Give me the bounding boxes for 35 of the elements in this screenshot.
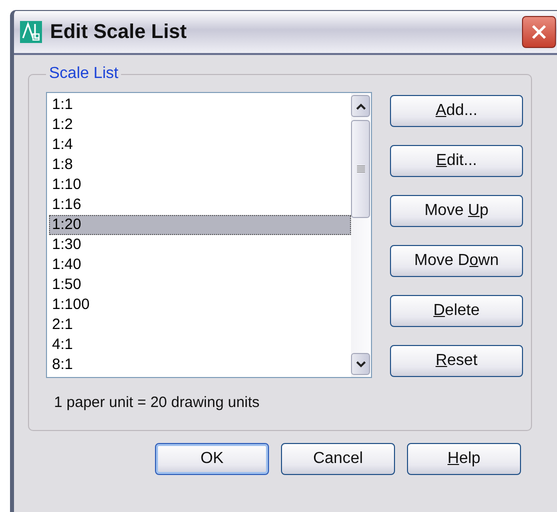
list-item[interactable]: 4:1 xyxy=(49,335,351,355)
side-button[interactable]: Move Up xyxy=(390,195,523,227)
dialog-button[interactable]: Help xyxy=(407,443,521,475)
side-button[interactable]: Reset xyxy=(390,345,523,377)
side-button[interactable]: Add... xyxy=(390,95,523,127)
list-item[interactable]: 1:30 xyxy=(49,235,351,255)
list-item[interactable]: 1:40 xyxy=(49,255,351,275)
grip-icon xyxy=(356,165,364,173)
list-item[interactable]: 8:1 xyxy=(49,355,351,375)
scroll-up-button[interactable] xyxy=(351,95,370,117)
app-icon xyxy=(20,21,42,43)
list-item[interactable]: 1:2 xyxy=(49,115,351,135)
scale-list[interactable]: 1:1 1:2 1:4 1:8 1:10 1:16 1:20 1:30 1:40 1:50 1:100 2:1 4:1 8:1 xyxy=(46,92,372,378)
list-item[interactable]: 1:50 xyxy=(49,275,351,295)
dialog-button[interactable]: Cancel xyxy=(281,443,395,475)
ratio-text: 1 paper unit = 20 drawing units xyxy=(54,394,261,411)
list-item[interactable]: 1:1 xyxy=(49,95,351,115)
close-button[interactable] xyxy=(522,16,556,48)
list-item[interactable]: 1:4 xyxy=(49,135,351,155)
dialog-button[interactable]: OK xyxy=(155,443,269,475)
window-title: Edit Scale List xyxy=(50,20,187,44)
close-icon xyxy=(530,23,548,41)
list-item[interactable]: 1:100 xyxy=(49,295,351,315)
group-label: Scale List xyxy=(48,65,120,83)
scroll-thumb[interactable] xyxy=(351,120,370,218)
list-item[interactable]: 1:10 xyxy=(49,175,351,195)
scrollbar[interactable] xyxy=(351,93,371,377)
list-item[interactable]: 1:20 xyxy=(49,215,351,235)
side-button[interactable]: Edit... xyxy=(390,145,523,177)
list-item[interactable]: 1:16 xyxy=(49,195,351,215)
side-button[interactable]: Move Down xyxy=(390,245,523,277)
list-item[interactable]: 2:1 xyxy=(49,315,351,335)
list-item[interactable]: 1:8 xyxy=(49,155,351,175)
side-button[interactable]: Delete xyxy=(390,295,523,327)
scroll-down-button[interactable] xyxy=(351,353,370,375)
